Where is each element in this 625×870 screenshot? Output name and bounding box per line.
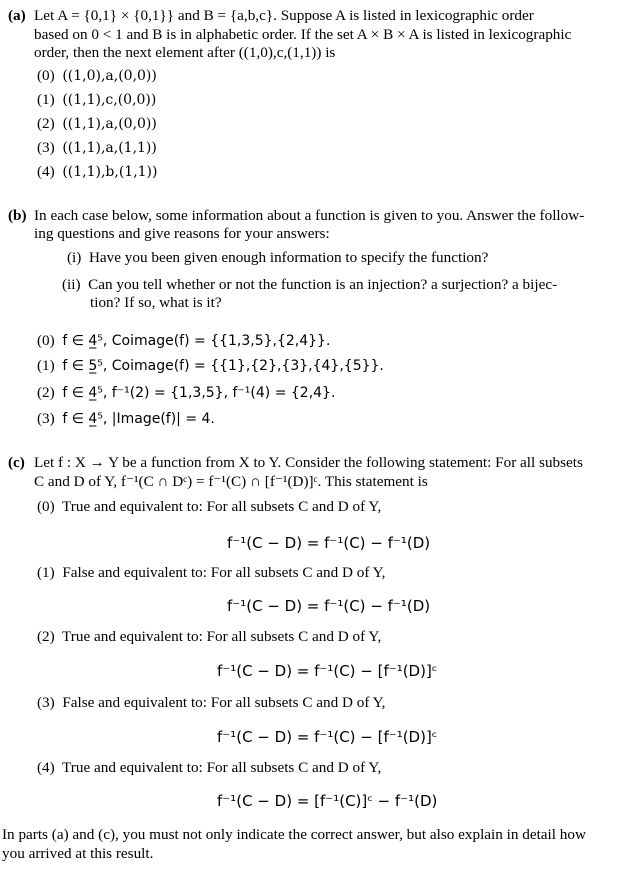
part-c-option-2: (2) True and equivalent to: For all subs… <box>37 628 381 646</box>
part-a-option-4: (4) ((1,1),b,(1,1)) <box>37 163 157 181</box>
option-text: True and equivalent to: For all subsets … <box>62 759 382 776</box>
part-a-line-3: order, then the next element after ((1,0… <box>34 44 336 61</box>
option-number: (0) <box>37 67 55 84</box>
part-c-label: (c) <box>8 454 25 471</box>
option-text: ((1,1),c,(0,0)) <box>62 92 157 108</box>
part-a-option-1: (1) ((1,1),c,(0,0)) <box>37 91 156 109</box>
option-text: f ∈ 4̲⁵, f⁻¹(2) = {1,3,5}, f⁻¹(4) = {2,4… <box>62 385 336 401</box>
part-c-equation-0: f⁻¹(C − D) = f⁻¹(C) − f⁻¹(D) <box>227 534 431 552</box>
option-text: f ∈ 4̲⁵, Coimage(f) = {{1,3,5},{2,4}}. <box>62 333 331 349</box>
part-a-line-1: Let A = {0,1} × {0,1}} and B = {a,b,c}. … <box>34 7 534 24</box>
option-number: (2) <box>37 384 55 401</box>
option-text: ((1,0),a,(0,0)) <box>62 68 157 84</box>
option-text: ((1,1),b,(1,1)) <box>62 164 158 180</box>
option-text: ((1,1),a,(0,0)) <box>62 116 157 132</box>
part-c-equation-2: f⁻¹(C − D) = f⁻¹(C) − [f⁻¹(D)]ᶜ <box>217 662 438 680</box>
option-text: f ∈ 5̲⁵, Coimage(f) = {{1},{2},{3},{4},{… <box>62 358 384 374</box>
part-a-line-2: based on 0 < 1 and B is in alphabetic or… <box>34 26 572 43</box>
question-number: (ii) <box>62 276 81 293</box>
part-a-option-3: (3) ((1,1),a,(1,1)) <box>37 139 157 157</box>
part-b-line-1: In each case below, some information abo… <box>34 207 585 224</box>
option-number: (3) <box>37 139 55 156</box>
part-b-label: (b) <box>8 207 27 224</box>
option-text: False and equivalent to: For all subsets… <box>62 694 386 711</box>
part-c-option-1: (1) False and equivalent to: For all sub… <box>37 564 385 582</box>
part-c-line-2: C and D of Y, f⁻¹(C ∩ Dᶜ) = f⁻¹(C) ∩ [f⁻… <box>34 473 428 490</box>
part-c-option-3: (3) False and equivalent to: For all sub… <box>37 694 385 712</box>
option-text: False and equivalent to: For all subsets… <box>62 564 386 581</box>
option-number: (4) <box>37 759 55 776</box>
part-b-line-2: ing questions and give reasons for your … <box>34 225 330 242</box>
option-number: (2) <box>37 115 55 132</box>
option-number: (3) <box>37 410 55 427</box>
part-a-option-0: (0) ((1,0),a,(0,0)) <box>37 67 157 85</box>
part-c-option-0: (0) True and equivalent to: For all subs… <box>37 498 381 516</box>
option-text: f ∈ 4̲⁵, |Image(f)| = 4. <box>62 411 215 427</box>
option-number: (3) <box>37 694 55 711</box>
part-c-option-4: (4) True and equivalent to: For all subs… <box>37 759 381 777</box>
footer-line-2: you arrived at this result. <box>2 845 154 862</box>
option-number: (0) <box>37 332 55 349</box>
part-a-label: (a) <box>8 7 26 24</box>
option-number: (1) <box>37 564 55 581</box>
part-c-equation-4: f⁻¹(C − D) = [f⁻¹(C)]ᶜ − f⁻¹(D) <box>217 792 438 810</box>
option-number: (4) <box>37 163 55 180</box>
option-text: True and equivalent to: For all subsets … <box>62 628 382 645</box>
option-number: (0) <box>37 498 55 515</box>
part-b-option-2: (2) f ∈ 4̲⁵, f⁻¹(2) = {1,3,5}, f⁻¹(4) = … <box>37 384 335 402</box>
option-text: ((1,1),a,(1,1)) <box>62 140 157 156</box>
option-text: True and equivalent to: For all subsets … <box>62 498 382 515</box>
footer-line-1: In parts (a) and (c), you must not only … <box>2 826 586 843</box>
part-c-line-1: Let f : X → Y be a function from X to Y.… <box>34 454 583 471</box>
part-a-option-2: (2) ((1,1),a,(0,0)) <box>37 115 157 133</box>
part-c-equation-3: f⁻¹(C − D) = f⁻¹(C) − [f⁻¹(D)]ᶜ <box>217 728 438 746</box>
part-b-option-3: (3) f ∈ 4̲⁵, |Image(f)| = 4. <box>37 410 215 428</box>
part-b-question-i: (i) Have you been given enough informati… <box>67 249 488 267</box>
part-c-equation-1: f⁻¹(C − D) = f⁻¹(C) − f⁻¹(D) <box>227 597 431 615</box>
option-number: (1) <box>37 357 55 374</box>
question-number: (i) <box>67 249 82 266</box>
part-b-question-ii: (ii) Can you tell whether or not the fun… <box>62 276 557 294</box>
question-text: Can you tell whether or not the function… <box>88 276 558 293</box>
part-b-option-0: (0) f ∈ 4̲⁵, Coimage(f) = {{1,3,5},{2,4}… <box>37 332 330 350</box>
part-b-question-ii-cont: tion? If so, what is it? <box>90 294 222 311</box>
option-number: (1) <box>37 91 55 108</box>
part-b-option-1: (1) f ∈ 5̲⁵, Coimage(f) = {{1},{2},{3},{… <box>37 357 384 375</box>
option-number: (2) <box>37 628 55 645</box>
question-text: Have you been given enough information t… <box>88 249 489 266</box>
